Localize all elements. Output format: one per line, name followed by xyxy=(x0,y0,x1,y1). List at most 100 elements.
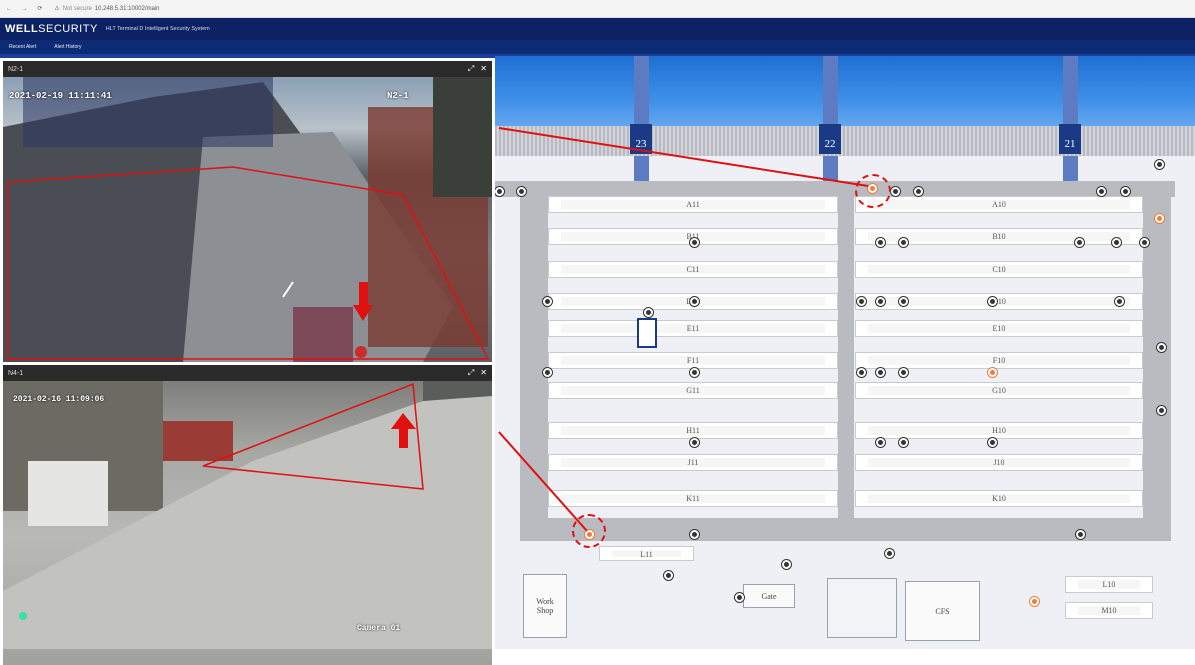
block-label: K11 xyxy=(686,494,700,503)
scene-1 xyxy=(3,77,492,362)
block-k10[interactable]: K10 xyxy=(855,490,1143,507)
address-bar[interactable]: ⚠ Not secure 10.248.5.31:10002/main xyxy=(54,5,159,13)
menu-alert-history[interactable]: Alert History xyxy=(54,44,81,50)
block-f11[interactable]: F11 xyxy=(548,352,838,369)
crane-label-21: 21 xyxy=(1059,124,1081,154)
block-label: E11 xyxy=(686,324,700,333)
camera-marker[interactable] xyxy=(664,571,673,580)
block-j10[interactable]: J10 xyxy=(855,454,1143,471)
block-label: E10 xyxy=(992,324,1006,333)
crane-label-22: 22 xyxy=(819,124,841,154)
camera-marker[interactable] xyxy=(876,238,885,247)
camera-marker[interactable] xyxy=(988,438,997,447)
camera-marker[interactable] xyxy=(690,297,699,306)
close-icon[interactable]: ✕ xyxy=(480,368,487,378)
camera-marker[interactable] xyxy=(899,238,908,247)
camera-marker[interactable] xyxy=(899,368,908,377)
road-left xyxy=(520,181,548,541)
camera-marker[interactable] xyxy=(1155,160,1164,169)
camera-marker[interactable] xyxy=(876,297,885,306)
alert-highlight-1 xyxy=(855,174,891,208)
camera-marker[interactable] xyxy=(899,297,908,306)
menu-recent-alert[interactable]: Recent Alert xyxy=(9,44,36,50)
camera-marker[interactable] xyxy=(543,368,552,377)
camera-marker[interactable] xyxy=(543,297,552,306)
gate-building[interactable]: Gate xyxy=(743,584,795,608)
block-m10[interactable]: M10 xyxy=(1065,602,1153,619)
block-label: G11 xyxy=(686,386,700,395)
camera-marker[interactable] xyxy=(876,368,885,377)
alert-camera-marker[interactable] xyxy=(988,368,997,377)
block-a10[interactable]: A10 xyxy=(855,196,1143,213)
camera-marker[interactable] xyxy=(690,530,699,539)
block-h11[interactable]: H11 xyxy=(548,422,838,439)
camera-marker[interactable] xyxy=(690,238,699,247)
block-g10[interactable]: G10 xyxy=(855,382,1143,399)
camera-marker[interactable] xyxy=(914,187,923,196)
camera-marker[interactable] xyxy=(517,187,526,196)
quay-rail xyxy=(495,126,1195,156)
camera-marker[interactable] xyxy=(1097,187,1106,196)
camera-marker[interactable] xyxy=(1115,297,1124,306)
menu-bar: Recent Alert Alert History xyxy=(0,40,1195,54)
camera-marker[interactable] xyxy=(644,308,653,317)
browser-nav-icons[interactable]: ← → ⟳ xyxy=(6,5,46,12)
camera-panel-1: N2-1 ⤢ ✕ 2021-02-19 11:11:41 N2-1 xyxy=(3,61,492,362)
camera-osd-name-1: N2-1 xyxy=(387,91,409,101)
app-logo: WELLSECURITY xyxy=(5,23,98,35)
block-c11[interactable]: C11 xyxy=(548,261,838,278)
camera-marker[interactable] xyxy=(1140,238,1149,247)
camera-marker[interactable] xyxy=(1157,343,1166,352)
camera-marker[interactable] xyxy=(1112,238,1121,247)
cfs-building[interactable]: CFS xyxy=(905,581,980,641)
block-e10[interactable]: E10 xyxy=(855,320,1143,337)
alert-highlight-2 xyxy=(572,514,606,548)
block-label: A11 xyxy=(686,200,700,209)
camera-marker[interactable] xyxy=(1076,530,1085,539)
camera-marker[interactable] xyxy=(885,549,894,558)
alert-camera-marker[interactable] xyxy=(1030,597,1039,606)
expand-icon[interactable]: ⤢ xyxy=(468,368,474,378)
camera-marker[interactable] xyxy=(899,438,908,447)
camera-marker[interactable] xyxy=(876,438,885,447)
camera-tower-icon[interactable] xyxy=(637,318,657,348)
camera-marker[interactable] xyxy=(735,593,744,602)
system-name: HLT Terminal D Intelligent Security Syst… xyxy=(105,26,210,32)
security-label: Not secure xyxy=(62,5,92,12)
camera-marker[interactable] xyxy=(690,438,699,447)
block-f10[interactable]: F10 xyxy=(855,352,1143,369)
logo-bold: WELL xyxy=(5,23,39,35)
camera-marker[interactable] xyxy=(891,187,900,196)
camera-marker[interactable] xyxy=(1121,187,1130,196)
block-l10[interactable]: L10 xyxy=(1065,576,1153,593)
terminal-map[interactable]: 23 22 21 A11A10B11B10C11C10D11D10E11E10F… xyxy=(495,56,1195,649)
camera-marker[interactable] xyxy=(857,368,866,377)
block-label: H10 xyxy=(992,426,1006,435)
block-l11[interactable]: L11 xyxy=(599,546,694,561)
expand-icon[interactable]: ⤢ xyxy=(468,64,474,74)
warehouse-structure xyxy=(827,578,897,638)
sea-area xyxy=(495,56,1195,128)
logo-rest: SECURITY xyxy=(38,23,98,35)
block-e11[interactable]: E11 xyxy=(548,320,838,337)
block-g11[interactable]: G11 xyxy=(548,382,838,399)
block-k11[interactable]: K11 xyxy=(548,490,838,507)
workshop-building[interactable]: Work Shop xyxy=(523,574,567,638)
block-c10[interactable]: C10 xyxy=(855,261,1143,278)
camera-marker[interactable] xyxy=(857,297,866,306)
camera-marker[interactable] xyxy=(1157,406,1166,415)
camera-feed-1[interactable]: 2021-02-19 11:11:41 N2-1 xyxy=(3,77,492,362)
camera-marker[interactable] xyxy=(690,368,699,377)
block-h10[interactable]: H10 xyxy=(855,422,1143,439)
close-icon[interactable]: ✕ xyxy=(480,64,487,74)
camera-marker[interactable] xyxy=(988,297,997,306)
alert-camera-marker[interactable] xyxy=(1155,214,1164,223)
camera-marker[interactable] xyxy=(495,187,504,196)
block-j11[interactable]: J11 xyxy=(548,454,838,471)
camera-feed-2[interactable]: 2021-02-16 11:09:06 Camera 01 xyxy=(3,381,492,665)
block-label: G10 xyxy=(992,386,1006,395)
block-a11[interactable]: A11 xyxy=(548,196,838,213)
camera-marker[interactable] xyxy=(1075,238,1084,247)
road-top xyxy=(495,181,1175,197)
camera-marker[interactable] xyxy=(782,560,791,569)
